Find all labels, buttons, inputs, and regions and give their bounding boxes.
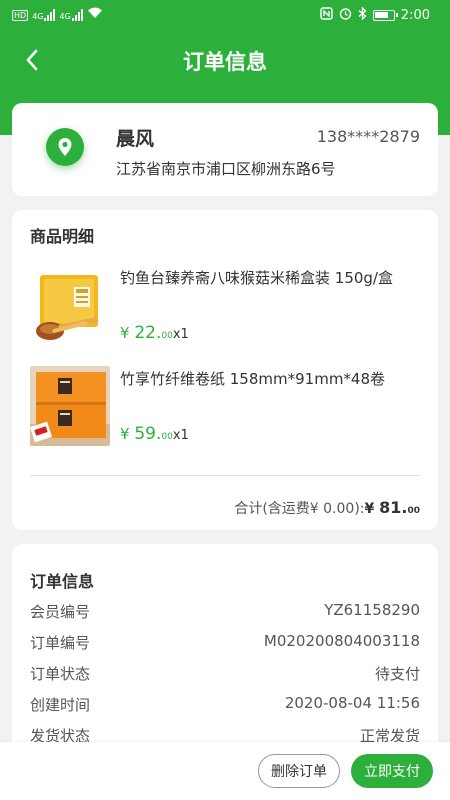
goods-section-title: 商品明细 xyxy=(30,227,95,246)
total-integer: 81. xyxy=(379,498,408,517)
alarm-icon xyxy=(339,7,352,24)
list-item[interactable]: 钓鱼台臻养斋八味猴菇米稀盒装 150g/盒 ¥ 22.00x1 xyxy=(12,265,438,350)
status-time: 2:00 xyxy=(400,8,430,23)
signal-icon-2: 4G xyxy=(59,9,83,21)
wifi-icon xyxy=(87,7,103,23)
order-info-title: 订单信息 xyxy=(30,572,95,591)
recipient-address: 江苏省南京市浦口区柳洲东路6号 xyxy=(116,160,336,178)
pay-now-button[interactable]: 立即支付 xyxy=(351,754,433,788)
info-value: 待支付 xyxy=(374,665,420,683)
bluetooth-icon xyxy=(358,6,367,24)
status-bar: HD 4G 4G 2:00 xyxy=(0,0,450,30)
order-total: 合计(含运费¥ 0.00):¥ 81.00 xyxy=(234,498,420,518)
product-image xyxy=(30,265,110,345)
product-quantity: x1 xyxy=(172,428,189,443)
address-card[interactable]: 晨风 138****2879 江苏省南京市浦口区柳洲东路6号 xyxy=(12,103,438,196)
total-decimal: 00 xyxy=(407,506,420,516)
info-label: 创建时间 xyxy=(30,696,91,714)
battery-icon xyxy=(372,10,398,21)
price-integer: 59. xyxy=(134,424,162,444)
total-currency: ¥ xyxy=(364,501,380,517)
info-label: 订单编号 xyxy=(30,634,91,652)
product-image xyxy=(30,366,110,446)
goods-card: 商品明细 钓鱼台臻养斋八味猴菇米稀盒装 150g/盒 ¥ 22.00x1 竹享竹… xyxy=(12,210,438,530)
bottom-action-bar: 删除订单 立即支付 xyxy=(0,742,450,800)
divider xyxy=(30,475,420,476)
product-price: ¥ 22.00x1 xyxy=(120,323,189,343)
navbar: 订单信息 xyxy=(0,30,450,90)
total-label: 合计(含运费¥ 0.00): xyxy=(234,501,365,517)
price-currency: ¥ xyxy=(120,324,130,342)
price-integer: 22. xyxy=(134,323,162,343)
recipient-phone: 138****2879 xyxy=(316,127,420,146)
info-value: M020200804003118 xyxy=(263,632,420,650)
info-label: 订单状态 xyxy=(30,665,91,683)
signal-label-2: 4G xyxy=(59,12,71,21)
product-name: 竹享竹纤维卷纸 158mm*91mm*48卷 xyxy=(120,370,386,388)
product-name: 钓鱼台臻养斋八味猴菇米稀盒装 150g/盒 xyxy=(120,269,393,287)
hd-badge: HD xyxy=(12,9,29,21)
info-value: YZ61158290 xyxy=(324,601,420,619)
info-label: 会员编号 xyxy=(30,603,91,621)
total-value: ¥ 81.00 xyxy=(364,498,421,517)
info-row-order-status: 订单状态 待支付 xyxy=(30,663,420,685)
recipient-name: 晨风 xyxy=(116,128,155,150)
price-decimal: 00 xyxy=(161,331,173,341)
info-row-created-time: 创建时间 2020-08-04 11:56 xyxy=(30,694,420,716)
nfc-icon xyxy=(320,7,333,24)
product-quantity: x1 xyxy=(172,327,189,342)
info-row-member-id: 会员编号 YZ61158290 xyxy=(30,601,420,623)
location-pin-icon xyxy=(46,128,84,166)
signal-icon: 4G xyxy=(32,9,56,21)
signal-label: 4G xyxy=(32,12,44,21)
product-price: ¥ 59.00x1 xyxy=(120,424,189,444)
info-row-order-number: 订单编号 M020200804003118 xyxy=(30,632,420,654)
delete-order-button[interactable]: 删除订单 xyxy=(258,754,340,788)
list-item[interactable]: 竹享竹纤维卷纸 158mm*91mm*48卷 ¥ 59.00x1 xyxy=(12,366,438,451)
price-decimal: 00 xyxy=(161,432,173,442)
status-right: 2:00 xyxy=(320,6,430,24)
status-left: HD 4G 4G xyxy=(12,7,103,23)
price-currency: ¥ xyxy=(120,425,130,443)
info-value: 2020-08-04 11:56 xyxy=(284,694,420,712)
page-title: 订单信息 xyxy=(183,50,267,74)
